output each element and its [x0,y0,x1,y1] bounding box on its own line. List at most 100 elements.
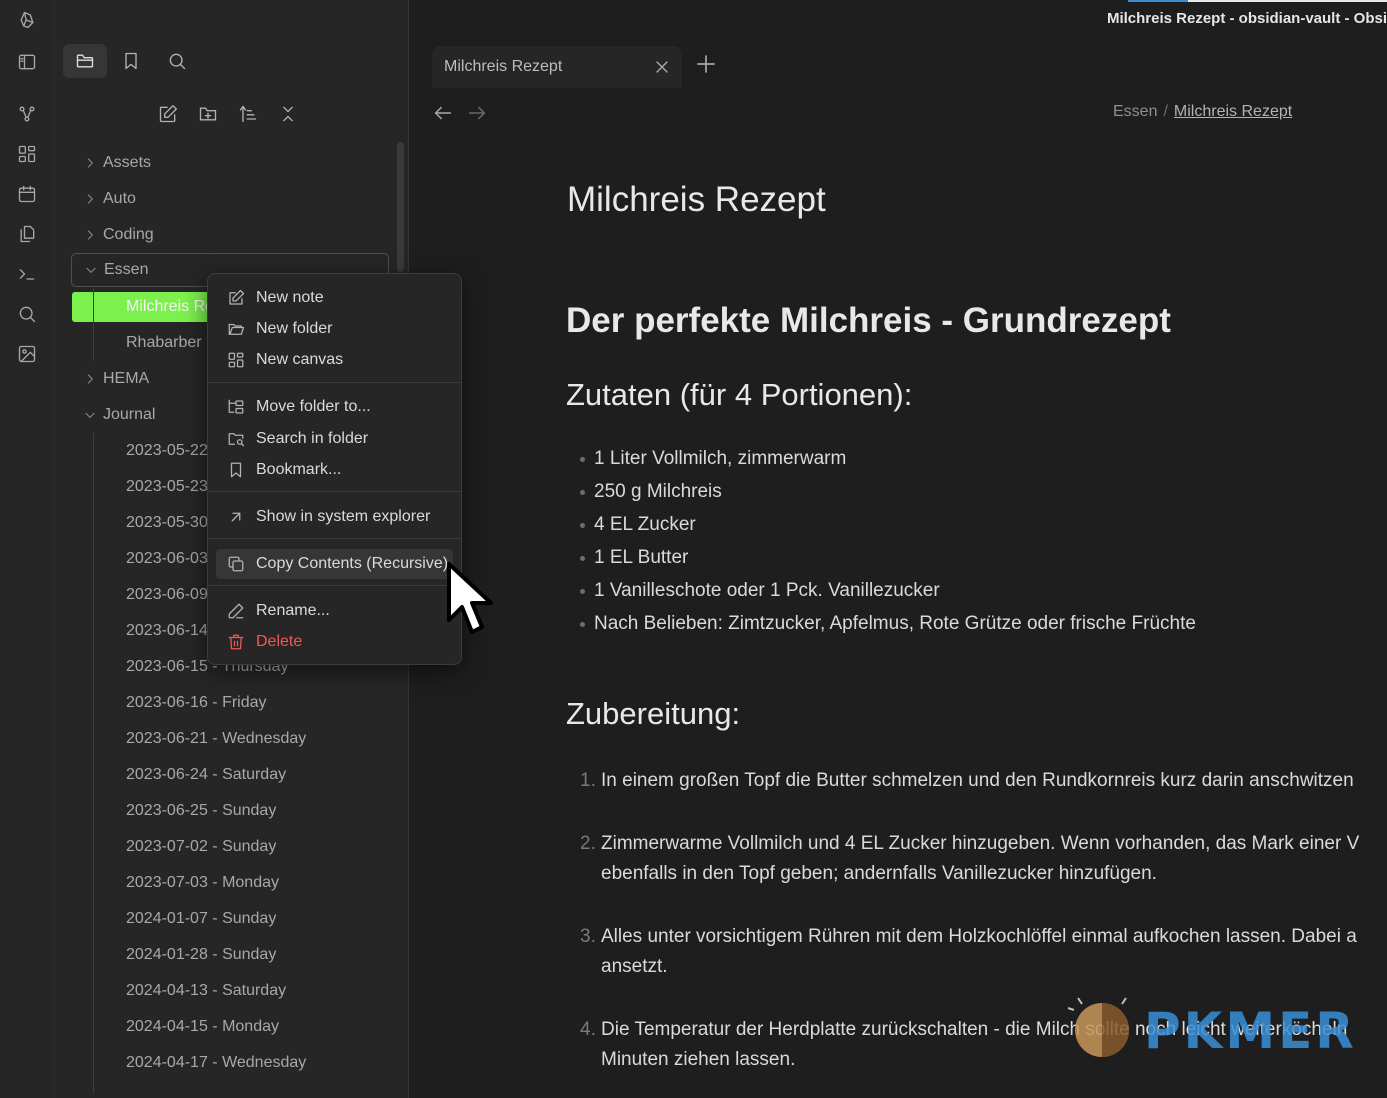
tree-folder[interactable]: Auto [71,181,389,217]
tree-item-label: 2023-05-30 [126,514,208,531]
trash-icon [227,633,245,651]
tree-folder[interactable]: Coding [71,217,389,253]
tree-item-label: Journal [103,406,156,423]
indent-guide [93,433,94,1093]
image-icon[interactable] [12,339,42,369]
tab-title: Milchreis Rezept [444,58,563,75]
tree-file[interactable]: 2024-04-13 - Saturday [71,973,389,1009]
tree-folder[interactable]: Assets [71,145,389,181]
arrow-up-right-icon [227,508,245,526]
tree-file[interactable]: 2023-06-16 - Friday [71,685,389,721]
breadcrumb-current[interactable]: Milchreis Rezept [1174,103,1292,120]
tree-item-label: 2023-06-25 - Sunday [126,802,277,819]
tree-file[interactable]: 2024-01-07 - Sunday [71,901,389,937]
folder-icon [76,54,94,68]
chevron-down-icon[interactable] [84,263,98,277]
canvas-icon[interactable] [12,139,42,169]
menu-item-label: New folder [256,320,333,337]
edit-icon [227,289,245,307]
tree-file[interactable]: 2024-04-17 - Wednesday [71,1045,389,1081]
search-tab[interactable] [155,44,199,78]
tree-file[interactable]: 2023-06-21 - Wednesday [71,721,389,757]
step-text: Alles unter vorsichtigem Rühren mit dem … [601,926,1357,947]
menu-item-label: Copy Contents (Recursive) [256,555,449,572]
menu-item-bookmark[interactable]: Bookmark... [216,455,453,485]
menu-separator [208,382,461,383]
folder-search-icon [227,430,245,448]
tree-file[interactable]: 2023-07-03 - Monday [71,865,389,901]
step-number: 1. [580,770,596,791]
chevron-down-icon[interactable] [83,408,97,422]
step-item: 3. Alles unter vorsichtigem Rühren mit de… [580,922,1387,982]
tree-file[interactable]: 2024-04-15 - Monday [71,1009,389,1045]
tree-file[interactable]: 2023-06-25 - Sunday [71,793,389,829]
chevron-right-icon[interactable] [83,372,97,386]
menu-item-label: Search in folder [256,430,369,447]
breadcrumb-parent[interactable]: Essen [1113,103,1157,120]
graph-icon[interactable] [12,99,42,129]
bookmarks-tab[interactable] [113,44,149,78]
tree-file[interactable]: 2024-01-28 - Sunday [71,937,389,973]
tree-file[interactable]: 2023-06-24 - Saturday [71,757,389,793]
folder-open-icon [227,320,245,338]
tree-item-label: 2024-04-13 - Saturday [126,982,287,999]
sort-button[interactable] [235,100,261,128]
tree-item-label: 2024-04-17 - Wednesday [126,1054,307,1071]
menu-item-label: Rename... [256,602,330,619]
forward-arrow-icon[interactable] [466,102,488,124]
bookmark-icon [227,461,245,479]
tree-item-label: 2024-01-07 - Sunday [126,910,277,927]
sidebar-toggle-icon[interactable] [12,47,42,77]
new-tab-plus-icon[interactable] [694,52,718,76]
tree-item-label: HEMA [103,370,150,387]
note-title[interactable]: Milchreis Rezept [567,180,826,220]
chevron-right-icon[interactable] [83,156,97,170]
menu-item-copy-contents-recursive[interactable]: Copy Contents (Recursive) [216,549,453,579]
search-icon [169,53,186,70]
obsidian-logo-icon[interactable] [12,5,42,35]
breadcrumb-separator: / [1163,103,1168,120]
pencil-icon [227,602,245,620]
collapse-all-button[interactable] [275,100,301,128]
calendar-icon[interactable] [12,179,42,209]
sidebar-tabs [63,44,199,80]
move-folder-icon [227,398,245,416]
menu-item-new-canvas[interactable]: New canvas [216,345,453,375]
tree-item-label: 2023-07-02 - Sunday [126,838,277,855]
menu-item-new-folder[interactable]: New folder [216,314,453,344]
new-note-button[interactable] [155,100,181,128]
sidebar-scrollbar[interactable] [397,142,404,272]
menu-item-rename[interactable]: Rename... [216,596,453,626]
new-folder-button[interactable] [195,100,221,128]
menu-item-label: Bookmark... [256,461,342,478]
tab-milchreis-rezept[interactable]: Milchreis Rezept [432,46,682,88]
tree-item-label: Auto [103,190,136,207]
chevron-right-icon[interactable] [83,192,97,206]
tree-file[interactable]: 2023-07-02 - Sunday [71,829,389,865]
menu-item-label: Delete [256,633,303,650]
pkmer-logo-icon [1064,992,1136,1064]
menu-item-move-folder-to[interactable]: Move folder to... [216,392,453,422]
copy-files-icon[interactable] [12,219,42,249]
note-content[interactable]: Milchreis Rezept Der perfekte Milchreis … [566,138,1387,1098]
tree-item-label: 2023-06-16 - Friday [126,694,267,711]
step-text-continued: ansetzt. [601,956,668,977]
step-number: 3. [580,926,596,947]
menu-item-search-in-folder[interactable]: Search in folder [216,424,453,454]
terminal-icon[interactable] [12,259,42,289]
sort-icon [239,105,257,123]
back-arrow-icon[interactable] [432,102,454,124]
menu-item-show-in-system-explorer[interactable]: Show in system explorer [216,502,453,532]
chevron-right-icon[interactable] [83,228,97,242]
collapse-all-icon [283,106,293,122]
new-folder-icon [199,107,217,121]
tree-item-label: 2023-05-23 [126,478,208,495]
menu-item-delete[interactable]: Delete [216,627,453,657]
files-tab[interactable] [63,44,107,78]
heading-main: Der perfekte Milchreis - Grundrezept [566,301,1171,340]
search-icon[interactable] [12,299,42,329]
tree-item-label: 2024-04-15 - Monday [126,1018,279,1035]
close-icon[interactable] [652,57,672,77]
menu-item-new-note[interactable]: New note [216,283,453,313]
menu-item-label: New canvas [256,351,344,368]
